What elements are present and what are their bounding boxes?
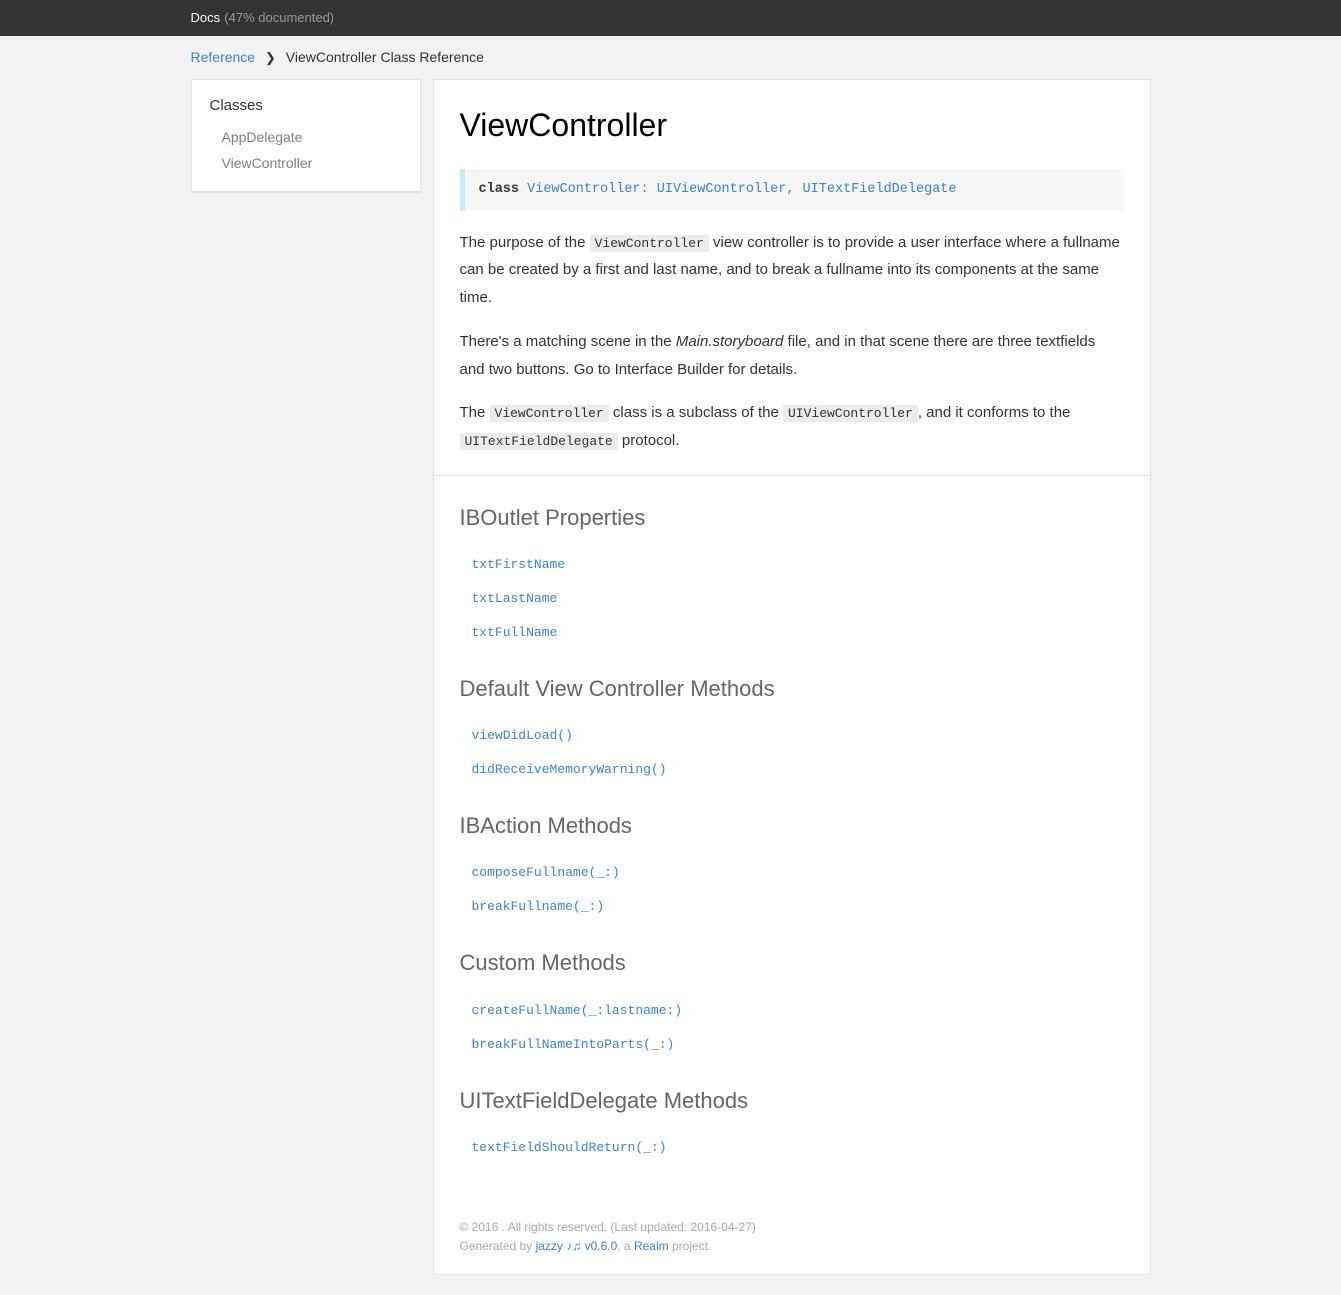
breadcrumb-current: ViewController Class Reference	[286, 49, 484, 65]
symbol-link[interactable]: txtFirstName	[472, 557, 566, 572]
symbol-link[interactable]: viewDidLoad()	[472, 728, 573, 743]
list-item: txtFirstName	[472, 547, 1124, 581]
description: The purpose of the ViewController view c…	[460, 229, 1124, 455]
symbol-link[interactable]: didReceiveMemoryWarning()	[472, 762, 667, 777]
task-group-title: Default View Controller Methods	[460, 671, 1124, 706]
sidebar-item-appdelegate[interactable]: AppDelegate	[222, 129, 303, 145]
desc-p3-code3: UITextFieldDelegate	[460, 433, 618, 450]
desc-p3-d: protocol.	[618, 432, 680, 449]
footer-jazzy-link[interactable]: jazzy ♪♫ v0.6.0	[536, 1239, 618, 1253]
list-item: txtFullName	[472, 615, 1124, 649]
list-item: createFullName(_:lastname:)	[472, 993, 1124, 1027]
symbol-link[interactable]: textFieldShouldReturn(_:)	[472, 1140, 667, 1155]
task-group-title: IBAction Methods	[460, 808, 1124, 843]
symbol-link[interactable]: composeFullname(_:)	[472, 865, 620, 880]
declaration-keyword: class	[479, 182, 520, 197]
desc-p1-code: ViewController	[590, 235, 709, 252]
desc-p3-b: class is a subclass of the	[609, 404, 783, 421]
declaration-rest: ViewController: UIViewController, UIText…	[519, 182, 956, 197]
desc-p2-a: There's a matching scene in the	[460, 333, 676, 350]
task-group-title: IBOutlet Properties	[460, 500, 1124, 535]
task-group: IBOutlet Properties txtFirstName txtLastNa…	[460, 500, 1124, 649]
sidebar-section-title: Classes	[210, 94, 402, 118]
header: Docs (47% documented)	[0, 0, 1341, 36]
list-item: didReceiveMemoryWarning()	[472, 752, 1124, 786]
footer-realm-link[interactable]: Realm	[634, 1239, 669, 1253]
header-title[interactable]: Docs	[191, 10, 221, 25]
sidebar-item-viewcontroller[interactable]: ViewController	[222, 155, 313, 171]
list-item: textFieldShouldReturn(_:)	[472, 1130, 1124, 1164]
list-item: viewDidLoad()	[472, 718, 1124, 752]
breadcrumbs: Reference ❯ ViewController Class Referen…	[191, 36, 1151, 79]
breadcrumb-reference[interactable]: Reference	[191, 49, 256, 65]
task-group-title: Custom Methods	[460, 945, 1124, 980]
task-group: Custom Methods createFullName(_:lastname:…	[460, 945, 1124, 1060]
footer-middle: , a	[617, 1239, 634, 1253]
desc-p1-a: The purpose of the	[460, 234, 590, 251]
list-item: txtLastName	[472, 581, 1124, 615]
symbol-link[interactable]: breakFullNameIntoParts(_:)	[472, 1037, 675, 1052]
list-item: composeFullname(_:)	[472, 855, 1124, 889]
symbol-link[interactable]: txtFullName	[472, 625, 558, 640]
task-group: IBAction Methods composeFullname(_:)break…	[460, 808, 1124, 923]
symbol-link[interactable]: breakFullname(_:)	[472, 899, 605, 914]
breadcrumb-carat: ❯	[265, 50, 276, 65]
task-group: Default View Controller Methods viewDidLo…	[460, 671, 1124, 786]
footer: © 2016 . All rights reserved. (Last upda…	[434, 1206, 1150, 1274]
task-group: UITextFieldDelegate Methods textFieldShou…	[460, 1083, 1124, 1164]
desc-p3-a: The	[460, 404, 490, 421]
task-group-title: UITextFieldDelegate Methods	[460, 1083, 1124, 1118]
sidebar: Classes AppDelegate ViewController	[191, 79, 421, 193]
desc-p3-c: , and it conforms to the	[918, 404, 1071, 421]
footer-copyright: © 2016 . All rights reserved. (Last upda…	[460, 1218, 1124, 1237]
symbol-link[interactable]: createFullName(_:lastname:)	[472, 1003, 683, 1018]
list-item: breakFullname(_:)	[472, 889, 1124, 923]
list-item: breakFullNameIntoParts(_:)	[472, 1027, 1124, 1061]
page-title: ViewController	[460, 100, 1124, 151]
footer-suffix: project.	[669, 1239, 712, 1253]
main-content: ViewController class ViewController: UIV…	[433, 79, 1151, 1275]
desc-p3-code2: UIViewController	[783, 405, 918, 422]
desc-p3-code1: ViewController	[490, 405, 609, 422]
desc-p2-italic: Main.storyboard	[676, 333, 784, 350]
symbol-link[interactable]: txtLastName	[472, 591, 558, 606]
header-documented: (47% documented)	[224, 10, 334, 25]
declaration: class ViewController: UIViewController, …	[460, 169, 1124, 211]
footer-generated: Generated by	[460, 1239, 536, 1253]
